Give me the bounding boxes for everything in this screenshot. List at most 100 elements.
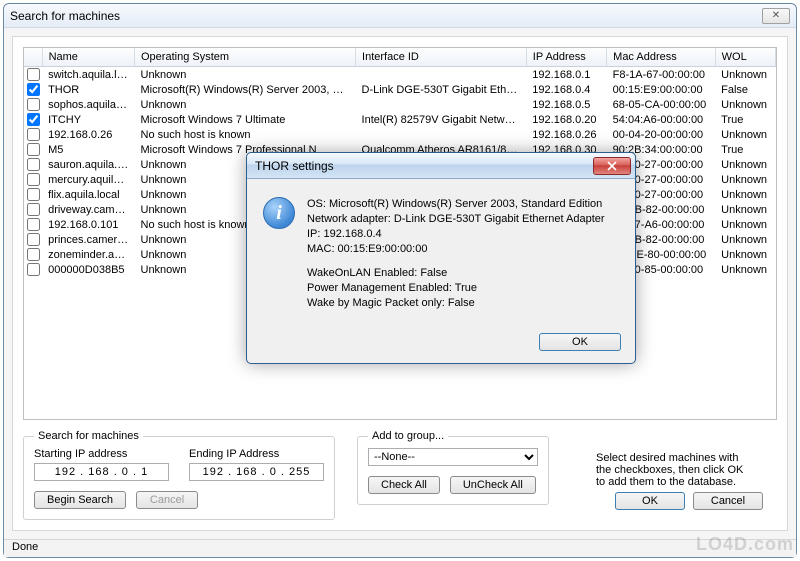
row-checkbox[interactable] — [27, 98, 40, 111]
ok-button[interactable]: OK — [615, 492, 685, 510]
cell-ip: 192.168.0.26 — [526, 127, 606, 142]
col-interface[interactable]: Interface ID — [356, 48, 527, 67]
row-checkbox[interactable] — [27, 83, 40, 96]
row-checkbox[interactable] — [27, 173, 40, 186]
window-title: Search for machines — [10, 9, 762, 23]
begin-search-button[interactable]: Begin Search — [34, 491, 126, 509]
col-name[interactable]: Name — [42, 48, 134, 67]
cell-wol: Unknown — [715, 247, 775, 262]
cell-wol: Unknown — [715, 187, 775, 202]
cancel-search-button[interactable]: Cancel — [136, 491, 198, 509]
end-ip-label: Ending IP Address — [189, 448, 324, 460]
cell-name: THOR — [42, 82, 134, 97]
cell-name: 000000D038B5 — [42, 262, 134, 277]
start-ip-input[interactable]: 192 . 168 . 0 . 1 — [34, 463, 169, 481]
cell-wol: Unknown — [715, 97, 775, 112]
table-row[interactable]: switch.aquila.localUnknown192.168.0.1F8-… — [24, 67, 776, 83]
cell-name: sauron.aquila.lo... — [42, 157, 134, 172]
cell-name: driveway.camer... — [42, 202, 134, 217]
col-os[interactable]: Operating System — [135, 48, 356, 67]
row-checkbox[interactable] — [27, 188, 40, 201]
cell-wol: True — [715, 112, 775, 127]
cell-name: mercury.aquila.l... — [42, 172, 134, 187]
table-row[interactable]: THORMicrosoft(R) Windows(R) Server 2003,… — [24, 82, 776, 97]
dialog-titlebar: THOR settings — [247, 153, 635, 179]
table-header-row: Name Operating System Interface ID IP Ad… — [24, 48, 776, 67]
titlebar: Search for machines ✕ — [4, 4, 796, 28]
col-wol[interactable]: WOL — [715, 48, 775, 67]
dialog-message: OS: Microsoft(R) Windows(R) Server 2003,… — [307, 197, 605, 311]
close-button[interactable]: ✕ — [762, 8, 790, 24]
cell-ip: 192.168.0.4 — [526, 82, 606, 97]
cell-interface: D-Link DGE-530T Gigabit Ethernet Ad... — [356, 82, 527, 97]
hint-text: Select desired machines with the checkbo… — [596, 452, 751, 488]
row-checkbox[interactable] — [27, 113, 40, 126]
info-icon: i — [263, 197, 295, 229]
cell-name: switch.aquila.local — [42, 67, 134, 83]
cell-interface: Intel(R) 82579V Gigabit Network Conn... — [356, 112, 527, 127]
cell-os: Microsoft(R) Windows(R) Server 2003, Sta… — [135, 82, 356, 97]
group-box: Add to group... --None-- Check All UnChe… — [357, 430, 549, 520]
cell-name: 192.168.0.101 — [42, 217, 134, 232]
row-checkbox[interactable] — [27, 68, 40, 81]
dialog-ok-button[interactable]: OK — [539, 333, 621, 351]
col-ip[interactable]: IP Address — [526, 48, 606, 67]
dialog-title: THOR settings — [255, 159, 593, 173]
cell-interface — [356, 67, 527, 83]
row-checkbox[interactable] — [27, 158, 40, 171]
cell-name: 192.168.0.26 — [42, 127, 134, 142]
row-checkbox[interactable] — [27, 263, 40, 276]
cell-interface — [356, 127, 527, 142]
start-ip-label: Starting IP address — [34, 448, 169, 460]
cell-ip: 192.168.0.20 — [526, 112, 606, 127]
cell-mac: F8-1A-67-00:00:00 — [607, 67, 716, 83]
end-ip-input[interactable]: 192 . 168 . 0 . 255 — [189, 463, 324, 481]
cell-mac: 68-05-CA-00:00:00 — [607, 97, 716, 112]
table-row[interactable]: 192.168.0.26No such host is known192.168… — [24, 127, 776, 142]
row-checkbox[interactable] — [27, 203, 40, 216]
cell-mac: 00:15:E9:00:00:00 — [607, 82, 716, 97]
cell-mac: 54:04:A6-00:00:00 — [607, 112, 716, 127]
cell-wol: Unknown — [715, 157, 775, 172]
cell-name: zoneminder.aquil... — [42, 247, 134, 262]
col-mac[interactable]: Mac Address — [607, 48, 716, 67]
cell-wol: Unknown — [715, 262, 775, 277]
row-checkbox[interactable] — [27, 248, 40, 261]
cell-name: flix.aquila.local — [42, 187, 134, 202]
table-row[interactable]: ITCHYMicrosoft Windows 7 UltimateIntel(R… — [24, 112, 776, 127]
cell-wol: False — [715, 82, 775, 97]
group-legend: Add to group... — [368, 430, 448, 442]
cell-interface — [356, 97, 527, 112]
cell-wol: Unknown — [715, 67, 775, 83]
cell-name: sophos.aquila.lo... — [42, 97, 134, 112]
cell-ip: 192.168.0.5 — [526, 97, 606, 112]
check-all-button[interactable]: Check All — [368, 476, 440, 494]
cell-wol: Unknown — [715, 127, 775, 142]
search-fieldset: Search for machines Starting IP address … — [23, 430, 335, 520]
cell-name: ITCHY — [42, 112, 134, 127]
cell-os: Unknown — [135, 67, 356, 83]
cell-name: M5 — [42, 142, 134, 157]
table-row[interactable]: sophos.aquila.lo...Unknown192.168.0.568-… — [24, 97, 776, 112]
row-checkbox[interactable] — [27, 128, 40, 141]
row-checkbox[interactable] — [27, 233, 40, 246]
settings-dialog: THOR settings i OS: Microsoft(R) Windows… — [246, 152, 636, 364]
group-select[interactable]: --None-- — [368, 448, 538, 466]
status-text: Done — [12, 541, 38, 553]
status-bar: Done — [4, 539, 796, 557]
row-checkbox[interactable] — [27, 143, 40, 156]
cell-wol: True — [715, 142, 775, 157]
row-checkbox[interactable] — [27, 218, 40, 231]
watermark: LO4D.com — [696, 534, 794, 555]
dialog-close-button[interactable] — [593, 157, 631, 175]
cell-ip: 192.168.0.1 — [526, 67, 606, 83]
cancel-button[interactable]: Cancel — [693, 492, 763, 510]
search-legend: Search for machines — [34, 430, 143, 442]
cell-os: Unknown — [135, 97, 356, 112]
uncheck-all-button[interactable]: UnCheck All — [450, 476, 536, 494]
cell-wol: Unknown — [715, 202, 775, 217]
cell-wol: Unknown — [715, 217, 775, 232]
cell-os: Microsoft Windows 7 Ultimate — [135, 112, 356, 127]
cell-mac: 00-04-20-00:00:00 — [607, 127, 716, 142]
cell-wol: Unknown — [715, 232, 775, 247]
